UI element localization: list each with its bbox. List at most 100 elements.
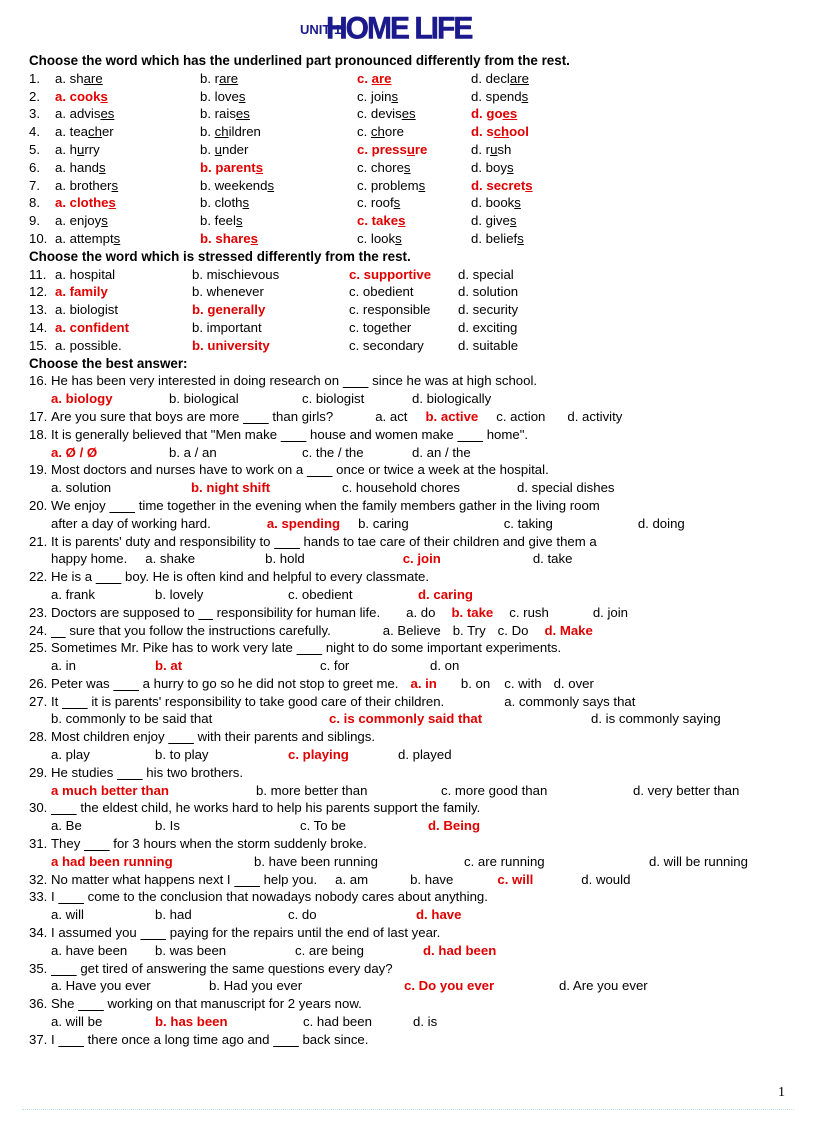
option-a[interactable]: a. Believe (331, 623, 441, 638)
option-c[interactable]: c. obedient (288, 586, 418, 604)
answer-blank[interactable] (281, 427, 307, 442)
option-b[interactable]: b. a / an (169, 444, 302, 462)
answer-blank[interactable] (84, 836, 110, 851)
option-c[interactable]: c. To be (300, 817, 428, 835)
option-c[interactable]: c. roofs (357, 194, 471, 212)
answer-blank[interactable] (109, 498, 135, 513)
option-c[interactable]: c. secondary (349, 337, 458, 355)
option-d[interactable]: d. Make (528, 623, 592, 638)
option-d[interactable]: d. had been (423, 942, 496, 960)
option-d[interactable]: d. caring (418, 586, 473, 604)
option-a[interactable]: a. have been (51, 942, 155, 960)
option-c[interactable]: c. household chores (342, 479, 517, 497)
option-d[interactable]: d. solution (458, 283, 518, 301)
option-d[interactable]: d. special (458, 266, 514, 284)
option-c[interactable]: c. biologist (302, 390, 412, 408)
option-d[interactable]: d. join (549, 605, 628, 620)
answer-blank[interactable] (168, 729, 194, 744)
answer-blank[interactable] (243, 409, 269, 424)
option-b[interactable]: b. at (155, 657, 320, 675)
option-a[interactable]: a. in (51, 657, 155, 675)
option-c[interactable]: c. taking (409, 515, 553, 533)
option-b[interactable]: b. Had you ever (209, 977, 404, 995)
answer-blank[interactable] (58, 1032, 84, 1047)
option-b[interactable]: b. on (437, 676, 490, 691)
option-c[interactable]: d. is commonly saying (591, 710, 721, 728)
option-b[interactable]: b. parents (200, 159, 357, 177)
option-b[interactable]: b. had (155, 906, 288, 924)
option-b[interactable]: b. lovely (155, 586, 288, 604)
option-a[interactable]: a. in (398, 676, 436, 691)
option-b[interactable]: b. Is (155, 817, 300, 835)
answer-blank[interactable] (51, 961, 77, 976)
option-b[interactable]: b. feels (200, 212, 357, 230)
option-a[interactable]: a. frank (51, 586, 155, 604)
option-c[interactable]: c. chore (357, 123, 471, 141)
option-c[interactable]: c. join (305, 550, 441, 568)
option-a[interactable]: a. act (333, 409, 407, 424)
option-c[interactable]: c. chores (357, 159, 471, 177)
option-d[interactable]: d. boys (471, 159, 514, 177)
option-a[interactable]: b. commonly to be said that (51, 710, 329, 728)
option-d[interactable]: d. goes (471, 105, 517, 123)
option-c[interactable]: c. takes (357, 212, 471, 230)
answer-blank[interactable] (117, 765, 143, 780)
option-b[interactable]: b. generally (192, 301, 349, 319)
option-d[interactable]: d. biologically (412, 390, 491, 408)
option-c[interactable]: c. the / the (302, 444, 412, 462)
option-b[interactable]: b. weekends (200, 177, 357, 195)
answer-blank[interactable] (113, 676, 139, 691)
answer-blank[interactable] (234, 872, 260, 887)
option-c[interactable]: c. with (490, 676, 541, 691)
option-a[interactable]: a. will be (51, 1013, 155, 1031)
option-c[interactable]: c. playing (288, 746, 398, 764)
option-a[interactable]: a. cooks (55, 88, 200, 106)
option-b[interactable]: b. raises (200, 105, 357, 123)
option-c[interactable]: c. devises (357, 105, 471, 123)
option-c[interactable]: c. supportive (349, 266, 458, 284)
option-b[interactable]: b. biological (169, 390, 302, 408)
option-b[interactable]: b. mischievous (192, 266, 349, 284)
option-a[interactable]: a. Be (51, 817, 155, 835)
answer-blank[interactable] (343, 373, 369, 388)
option-a[interactable]: a. solution (51, 479, 191, 497)
option-c[interactable]: c. will (453, 872, 533, 887)
option-a[interactable]: a. commonly says that (444, 694, 635, 709)
option-a[interactable]: a. brothers (55, 177, 200, 195)
option-d[interactable]: d. declare (471, 70, 529, 88)
option-b[interactable]: b. take (435, 605, 493, 620)
option-b[interactable]: b. rare (200, 70, 357, 88)
option-d[interactable]: d. special dishes (517, 479, 615, 497)
answer-blank[interactable] (78, 996, 104, 1011)
option-d[interactable]: d. will be running (649, 853, 748, 871)
option-d[interactable]: d. doing (553, 515, 685, 533)
option-a[interactable]: a. hurry (55, 141, 200, 159)
option-a[interactable]: a. share (55, 70, 200, 88)
answer-blank[interactable] (96, 569, 122, 584)
option-a[interactable]: a. attempts (55, 230, 200, 248)
option-c[interactable]: c. together (349, 319, 458, 337)
option-b[interactable]: b. hold (195, 550, 305, 568)
option-a[interactable]: a had been running (51, 853, 254, 871)
option-b[interactable]: b. night shift (191, 479, 342, 497)
option-b[interactable]: b. shares (200, 230, 357, 248)
option-c[interactable]: c. had been (303, 1013, 413, 1031)
answer-blank[interactable] (58, 889, 84, 904)
option-d[interactable]: d. would (533, 872, 630, 887)
option-c[interactable]: c. are running (464, 853, 649, 871)
answer-blank[interactable] (198, 605, 213, 620)
option-d[interactable]: d. books (471, 194, 521, 212)
option-b[interactable]: b. to play (155, 746, 288, 764)
option-d[interactable]: d. spends (471, 88, 528, 106)
option-a[interactable]: a. am (317, 872, 368, 887)
option-d[interactable]: d. very better than (633, 782, 739, 800)
option-d[interactable]: d. is (413, 1013, 437, 1031)
option-a[interactable]: a. confident (55, 319, 192, 337)
option-d[interactable]: d. suitable (458, 337, 518, 355)
option-a[interactable]: a. Have you ever (51, 977, 209, 995)
option-b[interactable]: b. caring (340, 515, 409, 533)
option-d[interactable]: d. over (542, 676, 594, 691)
option-a[interactable]: a. play (51, 746, 155, 764)
option-d[interactable]: d. gives (471, 212, 516, 230)
option-b[interactable]: b. has been (155, 1013, 303, 1031)
